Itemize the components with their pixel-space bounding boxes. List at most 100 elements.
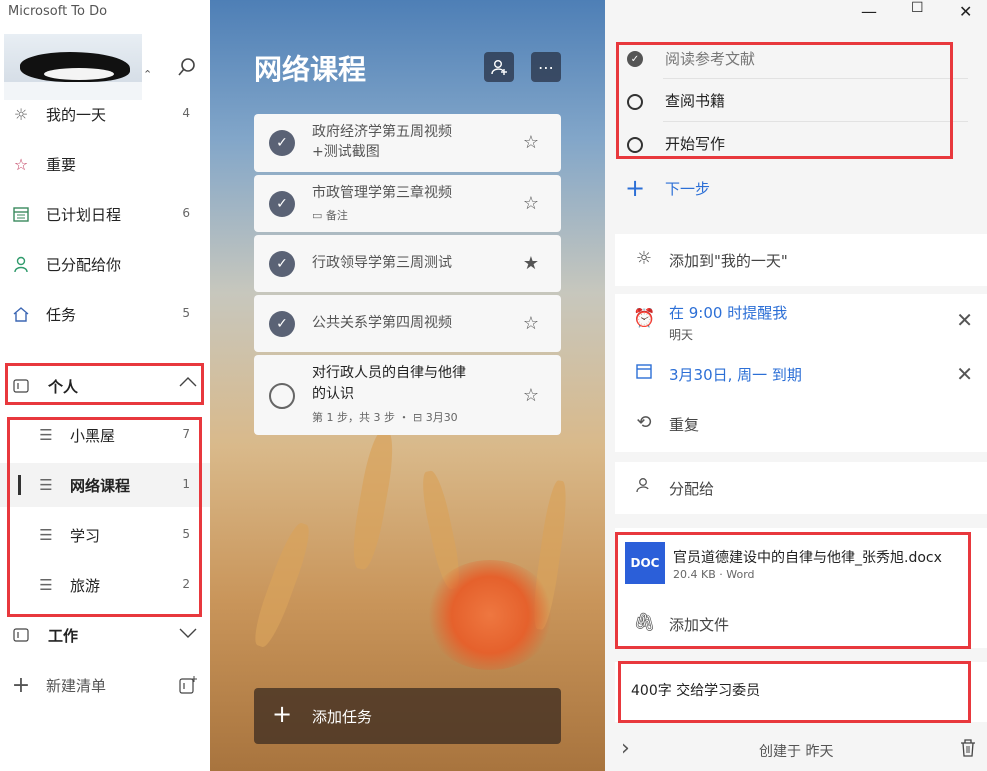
person-add-icon [491, 60, 507, 75]
sun-icon: ☼ [635, 248, 653, 269]
annotation-box-lists [7, 417, 202, 617]
group-label: 工作 [48, 627, 79, 645]
avatar[interactable] [4, 34, 142, 100]
detail-pane: — ☐ ✕ ✓ 阅读参考文献 查阅书籍 开始写作 + 下一步 ☼ 添加到"我的一… [605, 0, 987, 771]
home-icon [11, 304, 31, 324]
completed-check-icon[interactable]: ✓ [269, 130, 295, 156]
completed-check-icon[interactable]: ✓ [269, 191, 295, 217]
reminder-sub: 明天 [669, 328, 694, 342]
sidebar-item-label: 重要 [46, 156, 77, 174]
chevron-right-icon[interactable]: › [621, 736, 630, 761]
task-item[interactable]: ✓ 公共关系学第四周视频 ☆ [254, 295, 561, 352]
add-task-bar[interactable]: + 添加任务 [254, 688, 561, 744]
more-icon: ⋯ [538, 57, 554, 77]
repeat-icon: ⟲ [636, 412, 652, 433]
calendar-icon [633, 362, 655, 385]
sidebar-item-tasks[interactable]: 任务 5 [0, 292, 210, 336]
sidebar-item-planned[interactable]: 已计划日程 6 [0, 192, 210, 236]
star-icon[interactable]: ☆ [523, 313, 539, 334]
note-icon: ▭ [312, 209, 326, 222]
remove-reminder-icon[interactable]: ✕ [956, 308, 973, 332]
more-options-button[interactable]: ⋯ [531, 52, 561, 82]
trash-icon[interactable] [959, 738, 977, 762]
minimize-button[interactable]: — [861, 2, 877, 21]
task-sub: 第 1 步，共 3 步 ・ ⊟ 3月30 [312, 411, 458, 424]
sidebar-item-label: 已分配给你 [46, 256, 122, 274]
background-wheat [348, 428, 398, 572]
task-title: 市政管理学第三章视频 [312, 185, 452, 201]
plus-icon: + [11, 672, 31, 698]
annotation-box-group [5, 363, 204, 405]
new-list-button[interactable]: + 新建清单 [0, 663, 210, 707]
task-title: +测试截图 [312, 144, 380, 160]
sidebar-item-label: 任务 [46, 306, 77, 324]
maximize-button[interactable]: ☐ [911, 0, 924, 16]
task-title: 公共关系学第四周视频 [312, 315, 452, 331]
share-list-button[interactable] [484, 52, 514, 82]
chevron-down-icon[interactable] [178, 625, 198, 645]
star-icon[interactable]: ☆ [523, 385, 539, 406]
remove-due-icon[interactable]: ✕ [956, 362, 973, 386]
person-icon [11, 254, 31, 274]
sidebar-item-count: 5 [182, 306, 190, 320]
group-icon [11, 625, 31, 645]
close-button[interactable]: ✕ [959, 2, 972, 21]
alarm-icon: ⏰ [633, 308, 656, 329]
sidebar-item-important[interactable]: ☆ 重要 [0, 142, 210, 186]
star-icon: ☆ [13, 154, 29, 174]
calendar-icon [11, 204, 31, 224]
sidebar-item-count: 6 [182, 206, 190, 220]
account-chevron-icon[interactable]: ⌃ [143, 68, 152, 81]
repeat-label: 重复 [669, 416, 700, 434]
add-to-my-day-row[interactable]: ☼ 添加到"我的一天" [615, 234, 987, 286]
sidebar-item-assigned[interactable]: 已分配给你 [0, 242, 210, 286]
sidebar: Microsoft To Do ⌃ ☼ 我的一天 4 ☆ 重要 已计划日程 6 [0, 0, 210, 771]
task-title: 行政领导学第三周测试 [312, 255, 452, 271]
person-add-icon [633, 476, 655, 499]
task-title: 的认识 [312, 386, 354, 402]
task-title: 对行政人员的自律与他律 [312, 365, 466, 381]
reminder-label: 在 9:00 时提醒我 [669, 304, 788, 322]
next-step-button[interactable]: + 下一步 [605, 172, 987, 204]
task-item[interactable]: ✓ 政府经济学第五周视频 +测试截图 ☆ [254, 114, 561, 172]
sidebar-item-label: 已计划日程 [46, 206, 122, 224]
task-item[interactable]: ✓ 行政领导学第三周测试 ★ [254, 235, 561, 292]
due-date-row[interactable]: 3月30日, 周一 到期 ✕ [615, 350, 987, 398]
incomplete-circle-icon[interactable] [269, 383, 295, 409]
date-panel: ⏰ 在 9:00 时提醒我 明天 ✕ 3月30日, 周一 到期 ✕ ⟲ 重复 [615, 294, 987, 452]
task-sub: 备注 [325, 209, 348, 222]
sidebar-item-label: 我的一天 [46, 106, 107, 124]
sun-icon: ☼ [13, 104, 29, 124]
detail-footer: › 创建于 昨天 [605, 730, 987, 771]
task-title: 政府经济学第五周视频 [312, 124, 452, 140]
due-label: 3月30日, 周一 到期 [669, 366, 802, 384]
reminder-row[interactable]: ⏰ 在 9:00 时提醒我 明天 ✕ [615, 294, 987, 348]
next-step-label: 下一步 [665, 180, 711, 198]
add-task-label: 添加任务 [312, 708, 373, 726]
assign-row[interactable]: 分配给 [615, 462, 987, 514]
completed-check-icon[interactable]: ✓ [269, 311, 295, 337]
new-list-label: 新建清单 [46, 677, 107, 695]
background-poppy [425, 560, 555, 670]
created-label: 创建于 昨天 [759, 744, 834, 760]
repeat-row[interactable]: ⟲ 重复 [615, 402, 987, 448]
plus-icon: + [272, 700, 293, 728]
sidebar-item-my-day[interactable]: ☼ 我的一天 4 [0, 92, 210, 136]
sidebar-item-count: 4 [182, 106, 190, 120]
app-title: Microsoft To Do [8, 4, 108, 19]
search-icon[interactable] [176, 56, 198, 78]
annotation-box-steps [616, 42, 953, 159]
task-item[interactable]: ✓ 市政管理学第三章视频 ▭ 备注 ☆ [254, 175, 561, 232]
star-filled-icon[interactable]: ★ [523, 253, 539, 274]
note-indicator: ▭ 备注 [312, 207, 348, 223]
list-title: 网络课程 [254, 53, 367, 86]
group-work[interactable]: 工作 [0, 613, 210, 657]
star-icon[interactable]: ☆ [523, 132, 539, 153]
star-icon[interactable]: ☆ [523, 193, 539, 214]
completed-check-icon[interactable]: ✓ [269, 251, 295, 277]
annotation-box-file [615, 532, 971, 649]
task-list-pane: 网络课程 ⋯ ✓ 政府经济学第五周视频 +测试截图 ☆ ✓ 市政管理学第三章视频… [210, 0, 605, 771]
task-item-selected[interactable]: 对行政人员的自律与他律 的认识 第 1 步，共 3 步 ・ ⊟ 3月30 ☆ [254, 355, 561, 435]
background-wheat [248, 519, 316, 651]
new-group-icon[interactable] [178, 675, 198, 699]
